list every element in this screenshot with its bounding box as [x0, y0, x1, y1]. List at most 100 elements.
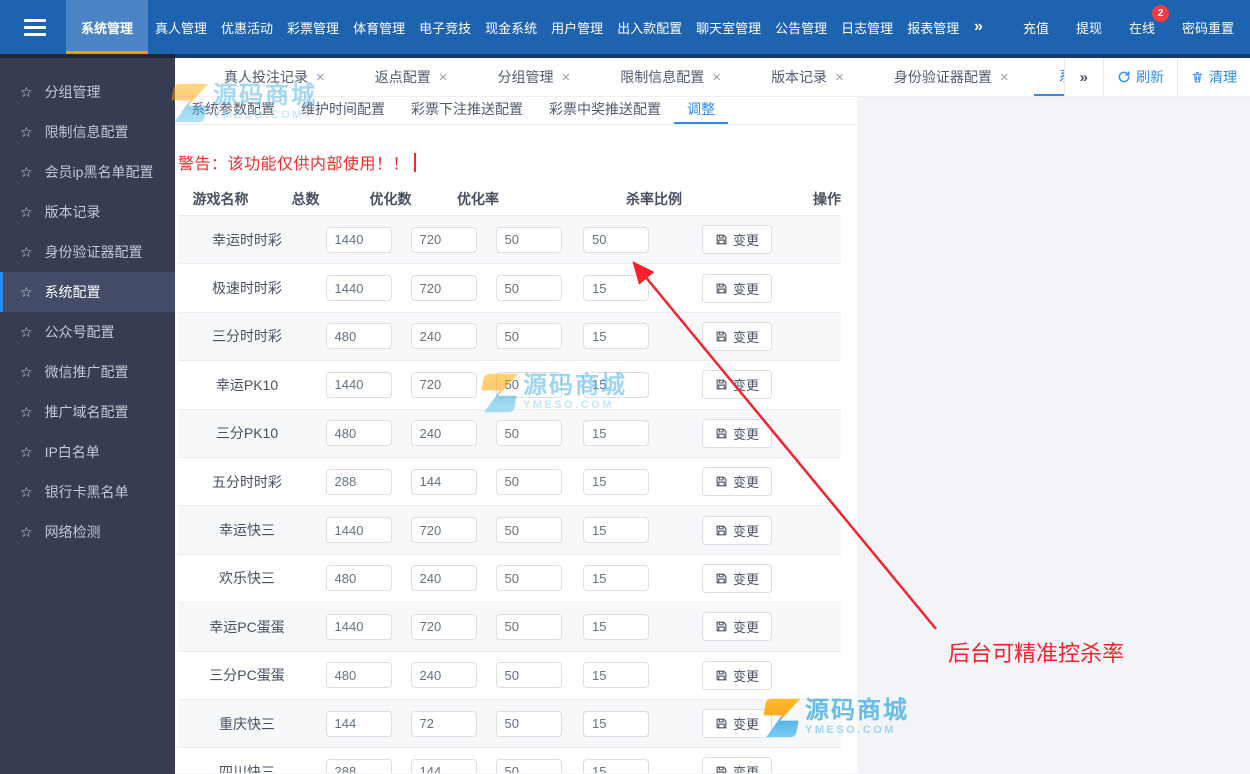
total-input[interactable] [325, 758, 392, 773]
sidebar-item[interactable]: ☆ 公众号配置 [0, 312, 175, 352]
tab-close-icon[interactable]: × [712, 69, 721, 86]
kill-rate-input[interactable] [583, 662, 649, 689]
tab-close-icon[interactable]: × [439, 69, 448, 86]
kill-rate-input[interactable] [583, 420, 649, 447]
optimize-rate-input[interactable] [495, 710, 562, 737]
optimize-count-input[interactable] [410, 758, 477, 773]
tab[interactable]: 限制信息配置 × [595, 58, 746, 96]
optimize-rate-input[interactable] [495, 468, 562, 495]
subtab[interactable]: 调整 [674, 97, 728, 124]
sidebar-item[interactable]: ☆ 银行卡黑名单 [0, 472, 175, 512]
change-button[interactable]: 变更 [701, 370, 772, 400]
total-input[interactable] [325, 517, 392, 544]
optimize-count-input[interactable] [410, 275, 477, 302]
optimize-count-input[interactable] [410, 517, 477, 544]
change-button[interactable]: 变更 [701, 418, 772, 448]
optimize-count-input[interactable] [410, 710, 477, 737]
optimize-count-input[interactable] [410, 662, 477, 689]
change-button[interactable]: 变更 [701, 612, 772, 642]
refresh-button[interactable]: 刷新 [1104, 67, 1177, 87]
sidebar-item[interactable]: ☆ 微信推广配置 [0, 352, 175, 392]
kill-rate-input[interactable] [583, 517, 649, 544]
tab-close-icon[interactable]: × [562, 69, 571, 86]
tab[interactable]: 版本记录 × [746, 58, 869, 96]
change-button[interactable]: 变更 [701, 467, 772, 497]
sidebar-item[interactable]: ☆ IP白名单 [0, 432, 175, 472]
nav-menu-item[interactable]: 用户管理 [544, 0, 610, 54]
nav-menu-item[interactable]: 现金系统 [478, 0, 544, 54]
optimize-rate-input[interactable] [495, 662, 562, 689]
nav-menu-item[interactable]: 真人管理 [148, 0, 214, 54]
sidebar-item[interactable]: ☆ 推广域名配置 [0, 392, 175, 432]
total-input[interactable] [325, 468, 392, 495]
kill-rate-input[interactable] [583, 710, 649, 737]
nav-menu-item[interactable]: 出入款配置 [610, 0, 689, 54]
total-input[interactable] [325, 662, 392, 689]
change-button[interactable]: 变更 [701, 563, 772, 593]
nav-menu-item[interactable]: 系统管理 [66, 0, 149, 54]
nav-overflow-chevron-icon[interactable]: » [968, 0, 989, 54]
menu-toggle-icon[interactable] [24, 0, 46, 54]
change-button[interactable]: 变更 [701, 273, 772, 303]
optimize-count-input[interactable] [410, 468, 477, 495]
nav-quick-link[interactable]: 在线 2 [1129, 4, 1169, 37]
kill-rate-input[interactable] [583, 226, 649, 253]
tab[interactable]: 身份验证器配置 × [869, 58, 1034, 96]
kill-rate-input[interactable] [583, 613, 649, 640]
nav-menu-item[interactable]: 优惠活动 [214, 0, 280, 54]
subtab[interactable]: 彩票下注推送配置 [398, 97, 536, 124]
total-input[interactable] [325, 226, 392, 253]
optimize-rate-input[interactable] [495, 758, 562, 773]
change-button[interactable]: 变更 [701, 709, 772, 739]
tab[interactable]: 返点配置 × [350, 58, 473, 96]
optimize-count-input[interactable] [410, 323, 477, 350]
total-input[interactable] [325, 420, 392, 447]
kill-rate-input[interactable] [583, 468, 649, 495]
tab[interactable]: 系统配置 × [1033, 58, 1064, 96]
optimize-count-input[interactable] [410, 613, 477, 640]
change-button[interactable]: 变更 [701, 225, 772, 255]
total-input[interactable] [325, 371, 392, 398]
optimize-rate-input[interactable] [495, 565, 562, 592]
change-button[interactable]: 变更 [701, 660, 772, 690]
optimize-rate-input[interactable] [495, 323, 562, 350]
total-input[interactable] [325, 565, 392, 592]
optimize-count-input[interactable] [410, 371, 477, 398]
total-input[interactable] [325, 710, 392, 737]
sidebar-item[interactable]: ☆ 网络检测 [0, 512, 175, 552]
change-button[interactable]: 变更 [701, 757, 772, 773]
subtab[interactable]: 维护时间配置 [288, 97, 398, 124]
optimize-rate-input[interactable] [495, 275, 562, 302]
nav-menu-item[interactable]: 公告管理 [768, 0, 834, 54]
nav-quick-link[interactable]: 充值 [1023, 18, 1049, 37]
optimize-rate-input[interactable] [495, 517, 562, 544]
kill-rate-input[interactable] [583, 758, 649, 773]
optimize-rate-input[interactable] [495, 371, 562, 398]
optimize-rate-input[interactable] [495, 420, 562, 447]
subtab[interactable]: 系统参数配置 [178, 97, 288, 124]
nav-quick-link[interactable]: 提现 [1076, 18, 1102, 37]
tab-close-icon[interactable]: × [1000, 69, 1009, 86]
kill-rate-input[interactable] [583, 371, 649, 398]
tab-close-icon[interactable]: × [835, 69, 844, 86]
tabs-overflow-chevron-icon[interactable]: » [1065, 69, 1103, 86]
subtab[interactable]: 彩票中奖推送配置 [536, 97, 674, 124]
nav-menu-item[interactable]: 彩票管理 [280, 0, 346, 54]
sidebar-item[interactable]: ☆ 会员ip黑名单配置 [0, 152, 175, 192]
tab[interactable]: 真人投注记录 × [199, 58, 350, 96]
optimize-count-input[interactable] [410, 226, 477, 253]
optimize-count-input[interactable] [410, 565, 477, 592]
total-input[interactable] [325, 323, 392, 350]
optimize-count-input[interactable] [410, 420, 477, 447]
clear-button[interactable]: 清理 [1178, 67, 1250, 87]
sidebar-item[interactable]: ☆ 限制信息配置 [0, 112, 175, 152]
nav-menu-item[interactable]: 体育管理 [346, 0, 412, 54]
tab[interactable]: 分组管理 × [473, 58, 596, 96]
nav-menu-item[interactable]: 报表管理 [900, 0, 966, 54]
nav-menu-item[interactable]: 日志管理 [834, 0, 900, 54]
nav-menu-item[interactable]: 聊天室管理 [689, 0, 768, 54]
sidebar-item[interactable]: ☆ 分组管理 [0, 72, 175, 112]
nav-quick-link[interactable]: 密码重置 [1182, 18, 1234, 37]
tab-close-icon[interactable]: × [316, 69, 325, 86]
optimize-rate-input[interactable] [495, 226, 562, 253]
